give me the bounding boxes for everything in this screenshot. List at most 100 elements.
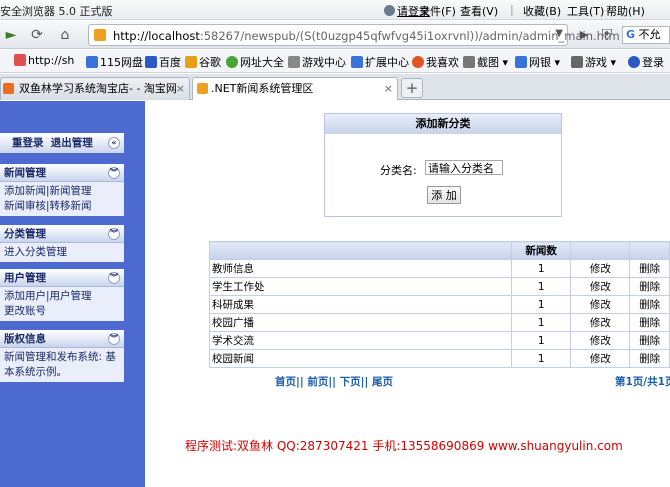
column-header	[629, 241, 670, 260]
address-bar[interactable]: http://localhost:58267/newspub/(S(t0uzgp…	[88, 24, 620, 46]
navigation-bar: ► ⟳ ⌂ http://localhost:58267/newspub/(S(…	[0, 21, 670, 49]
add-button[interactable]: 添 加	[427, 186, 461, 204]
sidebar-section-copyright: 版权信息 ︾ 新闻管理和发布系统: 基本系统示例。	[0, 330, 124, 382]
refresh-icon[interactable]: ⟳	[26, 25, 48, 45]
bookmark-games-center[interactable]: 游戏中心	[288, 54, 346, 70]
bookmark-icon	[86, 56, 98, 68]
sidebar-link[interactable]: 新闻审核|转移新闻	[4, 199, 120, 214]
tab-news-admin[interactable]: .NET新闻系统管理区 ×	[192, 77, 398, 100]
address-url: http://localhost:58267/newspub/(S(t0uzgp…	[113, 29, 620, 43]
table-header-row: 新闻数	[209, 241, 670, 260]
edit-link[interactable]: 修改	[570, 331, 631, 350]
site-icon	[197, 83, 208, 94]
menu-favorites[interactable]: 收藏(B)	[523, 3, 561, 19]
menu-help[interactable]: 帮助(H)	[606, 3, 645, 19]
edit-link[interactable]: 修改	[570, 295, 631, 314]
chevron-down-icon[interactable]: ︾	[108, 272, 120, 284]
news-count: 1	[510, 349, 572, 368]
delete-link[interactable]: 删除	[629, 277, 670, 296]
category-name: 学生工作处	[209, 277, 512, 296]
window-titlebar: 安全浏览器 5.0 正式版 请登录 | 文件(F) 查看(V) 收藏(B) 工具…	[0, 0, 670, 20]
sidebar-link[interactable]: 进入分类管理	[4, 245, 120, 260]
category-name: 科研成果	[209, 295, 512, 314]
bookmark-baidu[interactable]: 百度	[145, 54, 181, 70]
category-name-input[interactable]	[425, 160, 503, 175]
delete-link[interactable]: 删除	[629, 295, 670, 314]
edit-link[interactable]: 修改	[570, 277, 631, 296]
bookmark-login[interactable]: 登录	[628, 54, 664, 70]
sidebar-link[interactable]: 添加用户|用户管理	[4, 289, 120, 304]
bookmark-screenshot[interactable]: 截图 ▾	[463, 54, 508, 70]
delete-link[interactable]: 删除	[629, 349, 670, 368]
add-category-panel: 添加新分类 分类名: 添 加	[324, 113, 562, 217]
bookmarks-bar: http://sh 115网盘 百度 谷歌 网址大全 游戏中心 扩展中心 我喜欢…	[0, 50, 670, 73]
home-icon[interactable]: ⌂	[54, 25, 76, 45]
gamepad-icon	[571, 56, 583, 68]
paw-icon	[145, 56, 157, 68]
bookmark-google[interactable]: 谷歌	[185, 54, 221, 70]
edit-link[interactable]: 修改	[570, 349, 631, 368]
bank-icon	[515, 56, 527, 68]
news-count: 1	[510, 313, 572, 332]
delete-link[interactable]: 删除	[629, 259, 670, 278]
menu-file[interactable]: 文件(F)	[419, 3, 456, 19]
window-title: 安全浏览器 5.0 正式版	[0, 5, 113, 18]
close-icon[interactable]: ×	[176, 78, 185, 99]
bookmark-extensions[interactable]: 扩展中心	[351, 54, 409, 70]
column-header	[209, 241, 512, 260]
page-info: 第1页/共1页	[615, 376, 670, 388]
tab-taobao[interactable]: 双鱼林学习系统淘宝店- - 淘宝网 ×	[0, 77, 190, 100]
sidebar-link[interactable]: 添加新闻|新闻管理	[4, 184, 120, 199]
new-tab-button[interactable]: +	[401, 78, 423, 98]
shield-icon[interactable]: ⛨	[596, 25, 618, 45]
forward-icon[interactable]: ►	[0, 25, 22, 45]
search-box[interactable]: G 不允	[622, 26, 670, 44]
bookmark-games[interactable]: 游戏 ▾	[571, 54, 616, 70]
user-icon	[384, 5, 395, 16]
category-name-label: 分类名:	[380, 164, 417, 177]
news-count: 1	[510, 331, 572, 350]
sidebar-link[interactable]: 更改账号	[4, 304, 120, 319]
bookmark-icon	[226, 56, 238, 68]
chevron-down-icon[interactable]: ︾	[108, 228, 120, 240]
bookmark-sh[interactable]: http://sh	[14, 54, 74, 67]
news-count: 1	[510, 277, 572, 296]
table-row: 学术交流 1 修改 删除	[209, 331, 670, 350]
table-row: 校园新闻 1 修改 删除	[209, 349, 670, 368]
gamepad-icon	[288, 56, 300, 68]
edit-link[interactable]: 修改	[570, 259, 631, 278]
category-name: 教师信息	[209, 259, 512, 278]
table-row: 科研成果 1 修改 删除	[209, 295, 670, 314]
pagination-links[interactable]: 首页|| 前页|| 下页|| 尾页	[275, 374, 393, 389]
bookmark-bank[interactable]: 网银 ▾	[515, 54, 560, 70]
news-count: 1	[510, 259, 572, 278]
copyright-text: 新闻管理和发布系统: 基本系统示例。	[4, 351, 116, 378]
delete-link[interactable]: 删除	[629, 313, 670, 332]
menu-tools[interactable]: 工具(T)	[567, 3, 604, 19]
go-icon[interactable]: ▶	[573, 25, 595, 45]
edit-link[interactable]: 修改	[570, 313, 631, 332]
chevron-down-icon[interactable]: ︾	[108, 167, 120, 179]
address-dropdown-icon[interactable]: ▼	[555, 28, 563, 39]
bookmark-like[interactable]: 我喜欢	[412, 54, 459, 70]
user-icon	[628, 56, 640, 68]
bookmark-hao[interactable]: 网址大全	[226, 54, 284, 70]
google-icon: G	[626, 28, 636, 41]
sidebar-top-links[interactable]: 重登录 退出管理 «	[0, 133, 124, 153]
menu-separator: |	[510, 3, 514, 16]
menu-view[interactable]: 查看(V)	[460, 3, 498, 19]
main-panel: 添加新分类 分类名: 添 加 新闻数 教师信息 1 修改 删除 学生工作处 1 …	[145, 101, 670, 487]
add-category-title: 添加新分类	[325, 114, 561, 134]
close-icon[interactable]: ×	[384, 78, 393, 99]
delete-link[interactable]: 删除	[629, 331, 670, 350]
taobao-icon	[3, 83, 14, 94]
column-header: 新闻数	[510, 241, 572, 260]
table-row: 校园广播 1 修改 删除	[209, 313, 670, 332]
collapse-icon[interactable]: «	[108, 137, 120, 149]
bookmark-115[interactable]: 115网盘	[86, 54, 143, 70]
scissors-icon	[463, 56, 475, 68]
site-icon	[94, 29, 106, 41]
sidebar: 重登录 退出管理 « 新闻管理 ︾ 添加新闻|新闻管理 新闻审核|转移新闻 分类管…	[0, 101, 145, 487]
category-name: 学术交流	[209, 331, 512, 350]
chevron-down-icon[interactable]: ︾	[108, 333, 120, 345]
